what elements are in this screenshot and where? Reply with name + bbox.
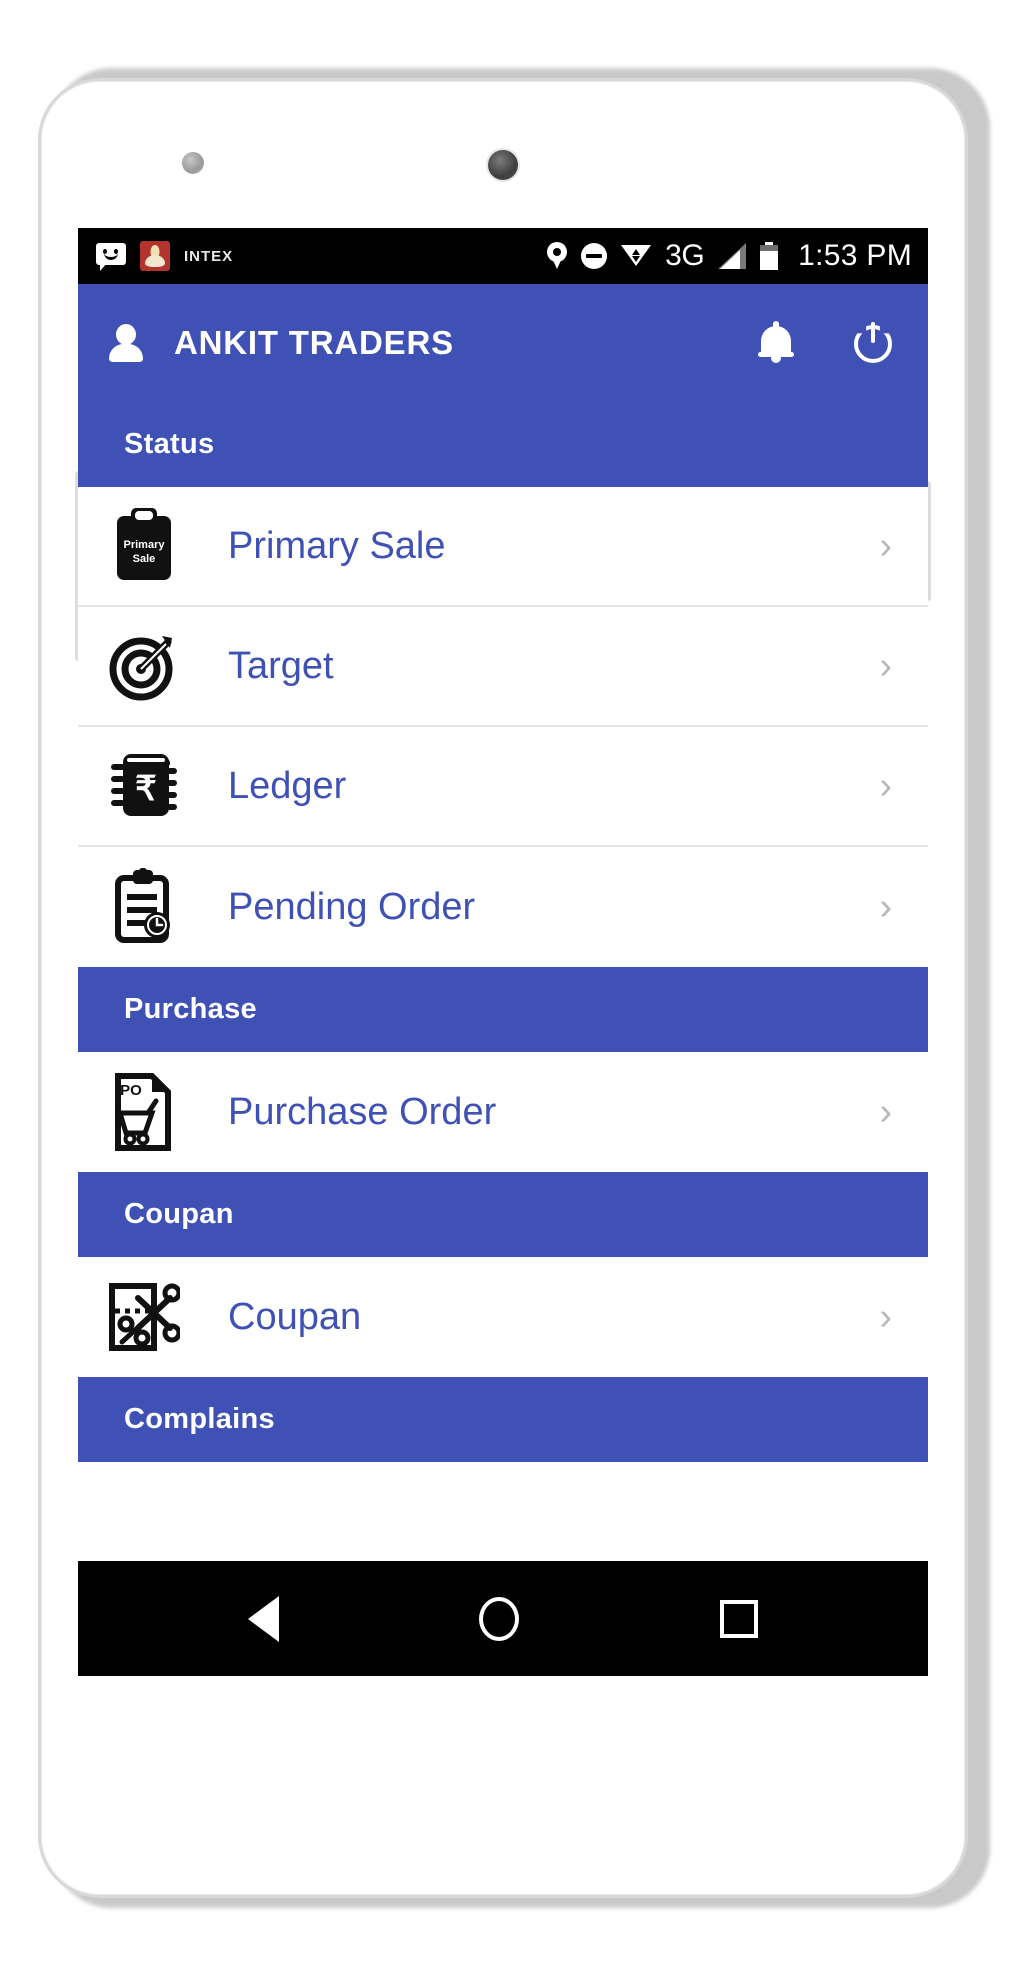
chevron-right-icon: ›	[879, 765, 892, 807]
person-icon	[104, 321, 148, 365]
wifi-icon	[621, 243, 652, 269]
clipboard-primary-sale-icon: Primary Sale	[98, 508, 190, 584]
android-status-bar: INTEX 3G 1:53 PM	[78, 228, 928, 284]
section-header-purchase: Purchase	[78, 967, 928, 1052]
svg-text:Primary: Primary	[124, 539, 166, 551]
menu-item-pending-order[interactable]: Pending Order ›	[78, 847, 928, 967]
proximity-sensor	[182, 152, 204, 174]
carrier-label: INTEX	[184, 247, 234, 265]
do-not-disturb-icon	[581, 243, 608, 269]
app-bar-actions	[756, 321, 896, 365]
chevron-right-icon: ›	[879, 1091, 892, 1133]
svg-text:Sale: Sale	[133, 553, 156, 565]
sms-icon	[96, 243, 126, 271]
status-bar-clock: 1:53 PM	[798, 239, 912, 272]
menu-item-ledger[interactable]: ₹ Ledger ›	[78, 727, 928, 847]
phone-screen: INTEX 3G 1:53 PM ANKIT TRADERS Status Pr…	[78, 228, 928, 1676]
intex-logo-icon	[140, 241, 170, 271]
coupon-scissors-icon	[98, 1280, 190, 1354]
front-camera	[488, 150, 518, 180]
signal-bars-icon	[718, 243, 747, 269]
menu-item-label: Purchase Order	[228, 1090, 497, 1133]
recents-square-icon[interactable]	[719, 1599, 758, 1638]
purchase-order-document-icon: PO	[98, 1073, 190, 1151]
back-triangle-icon[interactable]	[248, 1595, 280, 1642]
home-circle-icon[interactable]	[479, 1596, 520, 1641]
chevron-right-icon: ›	[879, 525, 892, 567]
app-title: ANKIT TRADERS	[174, 324, 454, 361]
menu-item-coupan[interactable]: Coupan ›	[78, 1257, 928, 1377]
section-header-coupan: Coupan	[78, 1172, 928, 1257]
svg-text:PO: PO	[120, 1082, 142, 1099]
bell-icon[interactable]	[756, 321, 796, 365]
menu-item-label: Ledger	[228, 764, 347, 807]
menu-item-label: Pending Order	[228, 885, 476, 928]
ledger-rupee-book-icon: ₹	[98, 750, 190, 822]
app-bar: ANKIT TRADERS	[78, 284, 928, 402]
menu-item-target[interactable]: Target ›	[78, 607, 928, 727]
battery-icon	[760, 242, 779, 270]
chevron-right-icon: ›	[879, 645, 892, 687]
menu-item-label: Target	[228, 644, 334, 687]
section-header-complains: Complains	[78, 1377, 928, 1462]
menu-item-label: Coupan	[228, 1295, 362, 1338]
target-bullseye-icon	[98, 630, 190, 702]
status-bar-notifications: INTEX	[96, 241, 233, 271]
chevron-right-icon: ›	[879, 1296, 892, 1338]
power-icon[interactable]	[854, 322, 896, 364]
menu-item-label: Primary Sale	[228, 524, 446, 567]
menu-item-purchase-order[interactable]: PO Purchase Order ›	[78, 1052, 928, 1172]
menu-item-primary-sale[interactable]: Primary Sale Primary Sale ›	[78, 487, 928, 607]
svg-text:₹: ₹	[135, 770, 157, 808]
network-type-label: 3G	[665, 239, 705, 272]
chevron-right-icon: ›	[879, 886, 892, 928]
page-root: INTEX 3G 1:53 PM ANKIT TRADERS Status Pr…	[0, 0, 1020, 1980]
location-pin-icon	[547, 242, 568, 270]
android-navigation-bar	[78, 1561, 928, 1676]
section-header-status: Status	[78, 402, 928, 487]
clipboard-clock-icon	[98, 868, 190, 946]
status-bar-system-icons: 3G 1:53 PM	[547, 239, 912, 273]
